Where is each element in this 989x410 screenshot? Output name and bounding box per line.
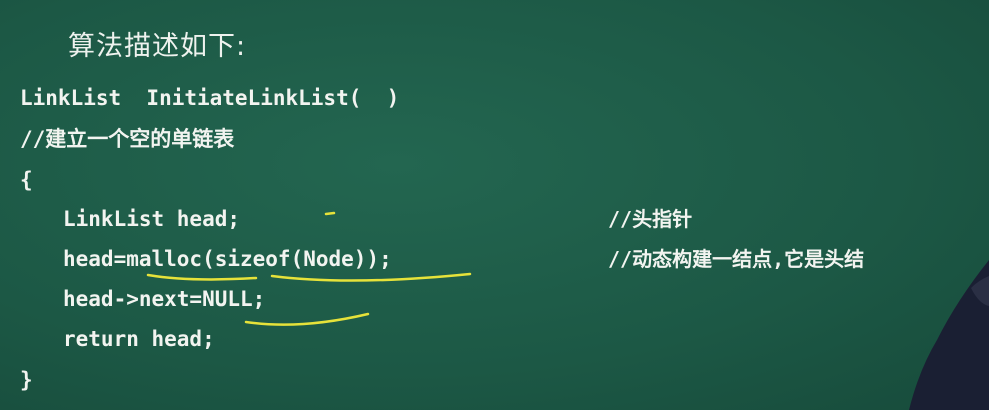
- code-line-malloc: head=malloc(sizeof(Node));: [63, 247, 392, 271]
- code-line-open-brace: {: [20, 168, 33, 192]
- underline-null: [244, 312, 370, 326]
- underline-malloc: [146, 273, 258, 281]
- chalkboard-slide: 算法描述如下: LinkList InitiateLinkList( ) //建…: [0, 0, 989, 410]
- chalk-mark: [324, 211, 336, 216]
- code-line-signature: LinkList InitiateLinkList( ): [20, 86, 400, 110]
- code-line-return: return head;: [63, 327, 215, 351]
- code-line-comment: //建立一个空的单链表: [20, 127, 235, 151]
- presenter-shoulder: [909, 260, 989, 410]
- code-line-next-null: head->next=NULL;: [63, 287, 266, 311]
- comment-head-pointer: //头指针: [608, 207, 693, 231]
- comment-malloc-node: //动态构建一结点,它是头结: [608, 247, 865, 271]
- slide-heading: 算法描述如下:: [68, 31, 247, 62]
- code-line-close-brace: }: [20, 368, 33, 392]
- code-line-declare-head: LinkList head;: [63, 207, 241, 231]
- underline-sizeof: [270, 272, 472, 282]
